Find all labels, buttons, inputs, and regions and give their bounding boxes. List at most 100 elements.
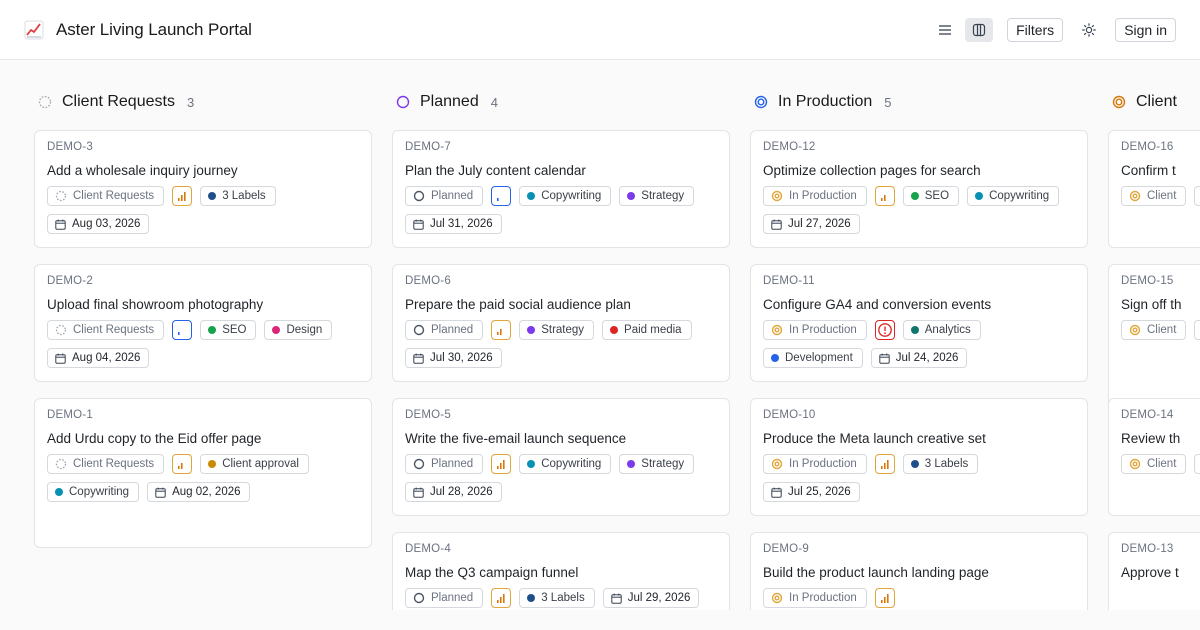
filters-button[interactable]: Filters xyxy=(1007,17,1064,42)
status-client-requests-icon xyxy=(38,95,52,109)
due-date-chip[interactable]: Aug 04, 2026 xyxy=(47,348,150,368)
label-chip[interactable]: Strategy xyxy=(519,320,595,340)
sign-in-button[interactable]: Sign in xyxy=(1115,17,1176,42)
kanban-board[interactable]: Client Requests 3 DEMO-3 Add a wholesale in… xyxy=(34,60,1200,610)
due-date-chip[interactable]: Jul 30, 2026 xyxy=(405,348,502,368)
priority-bars-icon[interactable] xyxy=(874,588,895,608)
issue-card[interactable]: DEMO-6 Prepare the paid social audience p… xyxy=(392,264,730,382)
priority-bars-icon[interactable] xyxy=(874,454,895,474)
status-label: In Production xyxy=(789,592,857,604)
priority-bars-icon[interactable] xyxy=(491,588,512,608)
status-chip[interactable]: Planned xyxy=(405,454,484,474)
issue-card[interactable]: DEMO-3 Add a wholesale inquiry journey Cli… xyxy=(34,130,372,248)
priority-bars-icon[interactable] xyxy=(491,320,512,340)
status-chip[interactable]: Client Requests xyxy=(47,320,165,340)
label-chip[interactable]: Paid media xyxy=(602,320,692,340)
due-date-chip[interactable]: Jul 31, 2026 xyxy=(405,214,502,234)
due-date-chip[interactable]: Jul 27, 2026 xyxy=(763,214,860,234)
status-chip[interactable]: Client xyxy=(1121,454,1187,474)
due-date-chip[interactable]: Jul 25, 2026 xyxy=(763,482,860,502)
list-icon xyxy=(939,24,952,35)
issue-card[interactable]: DEMO-10 Produce the Meta launch creative … xyxy=(750,398,1088,516)
label-dot xyxy=(208,192,217,200)
label-chip[interactable]: Client xyxy=(1194,320,1200,340)
issue-id: DEMO-12 xyxy=(763,141,816,153)
list-view-button[interactable] xyxy=(931,18,959,42)
column-count: 5 xyxy=(884,94,892,110)
status-label: Planned xyxy=(431,592,474,604)
due-date-chip[interactable]: Jul 24 xyxy=(1194,454,1200,474)
label-chip[interactable]: Copywriting xyxy=(519,186,612,206)
issue-id: DEMO-6 xyxy=(405,275,451,287)
issue-card[interactable]: DEMO-12 Optimize collection pages for sea… xyxy=(750,130,1088,248)
calendar-icon xyxy=(55,353,72,364)
due-date-chip[interactable]: Jul 29, 2026 xyxy=(602,588,700,608)
priority-bars-icon[interactable] xyxy=(172,320,193,340)
label-chip[interactable]: Copywriting xyxy=(519,454,612,474)
status-chip[interactable]: Planned xyxy=(405,320,484,340)
issue-card[interactable]: DEMO-5 Write the five-email launch sequen… xyxy=(392,398,730,516)
issue-title: Sign off th xyxy=(1121,297,1182,312)
status-in-production-icon xyxy=(754,95,768,109)
label-chip[interactable]: Strategy xyxy=(619,454,695,474)
theme-toggle-button[interactable] xyxy=(1075,18,1103,42)
due-date: Jul 30, 2026 xyxy=(430,352,493,364)
label-chip[interactable]: Copywriting xyxy=(967,186,1060,206)
due-date-chip[interactable]: Aug 03, 2026 xyxy=(47,214,150,234)
issue-card[interactable]: DEMO-1 Add Urdu copy to the Eid offer pag… xyxy=(34,398,372,548)
label-chip[interactable]: SEO xyxy=(902,186,960,206)
status-icon xyxy=(771,190,783,202)
label-chip[interactable]: Design xyxy=(264,320,333,340)
due-date-chip[interactable]: Jul 24, 2026 xyxy=(870,348,968,368)
issue-properties: Client Jul 23 xyxy=(1121,186,1200,206)
issue-title: Configure GA4 and conversion events xyxy=(763,297,992,312)
status-chip[interactable]: Client Requests xyxy=(47,186,165,206)
due-date-chip[interactable]: Jul 28, 2026 xyxy=(405,482,502,502)
issue-properties: Planned 3 Labels Jul 29, 2026 xyxy=(405,588,715,608)
status-chip[interactable]: In Production xyxy=(763,454,867,474)
label-chip[interactable]: 3 Labels xyxy=(200,186,276,206)
issue-title: Upload final showroom photography xyxy=(47,297,264,312)
priority-bars-icon[interactable] xyxy=(172,186,193,206)
status-chip[interactable]: Client xyxy=(1121,186,1187,206)
due-date-chip[interactable]: Jul 23 xyxy=(1194,186,1200,206)
status-chip[interactable]: Planned xyxy=(405,588,484,608)
issue-card[interactable]: DEMO-2 Upload final showroom photography C… xyxy=(34,264,372,382)
label-chip[interactable]: Copywriting xyxy=(47,482,140,502)
issue-card[interactable]: DEMO-13 Approve t xyxy=(1108,532,1200,610)
status-icon xyxy=(1129,458,1141,470)
issue-card[interactable]: DEMO-4 Map the Q3 campaign funnel Planned 3… xyxy=(392,532,730,610)
issue-card[interactable]: DEMO-15Sign off thClientClientJul 24 xyxy=(1108,264,1200,410)
label-chip[interactable]: SEO xyxy=(200,320,257,340)
urgent-priority-icon[interactable] xyxy=(874,320,895,340)
status-chip[interactable]: Client Requests xyxy=(47,454,165,474)
priority-bars-icon[interactable] xyxy=(172,454,193,474)
priority-bars-icon[interactable] xyxy=(874,186,895,206)
issue-card[interactable]: DEMO-14 Review th Client Jul 24 xyxy=(1108,398,1200,516)
status-chip[interactable]: In Production xyxy=(763,186,867,206)
label-chip[interactable]: 3 Labels xyxy=(519,588,595,608)
label-dot xyxy=(627,192,636,200)
issue-card[interactable]: DEMO-11 Configure GA4 and conversion even… xyxy=(750,264,1088,382)
label-chip[interactable]: Analytics xyxy=(902,320,981,340)
priority-bars-icon[interactable] xyxy=(491,454,512,474)
label-dot xyxy=(527,192,536,200)
status-chip[interactable]: In Production xyxy=(763,588,867,608)
label-chip[interactable]: Strategy xyxy=(619,186,695,206)
issue-card[interactable]: DEMO-7 Plan the July content calendar Plan… xyxy=(392,130,730,248)
issue-id: DEMO-9 xyxy=(763,543,809,555)
priority-bars-icon[interactable] xyxy=(491,186,512,206)
board-view-button[interactable] xyxy=(965,17,994,42)
due-date-chip[interactable]: Aug 02, 2026 xyxy=(147,482,250,502)
status-label: Planned xyxy=(431,190,474,202)
issue-title: Approve t xyxy=(1121,565,1179,580)
issue-card[interactable]: DEMO-16 Confirm t Client Jul 23 xyxy=(1108,130,1200,248)
status-chip[interactable]: Planned xyxy=(405,186,484,206)
label-chip[interactable]: Development xyxy=(763,348,863,368)
status-chip[interactable]: Client xyxy=(1121,320,1187,340)
label-chip[interactable]: Client approval xyxy=(200,454,309,474)
issue-card[interactable]: DEMO-9 Build the product launch landing p… xyxy=(750,532,1088,610)
status-chip[interactable]: In Production xyxy=(763,320,867,340)
label-chip[interactable]: 3 Labels xyxy=(902,454,979,474)
label-name: Design xyxy=(286,324,323,336)
